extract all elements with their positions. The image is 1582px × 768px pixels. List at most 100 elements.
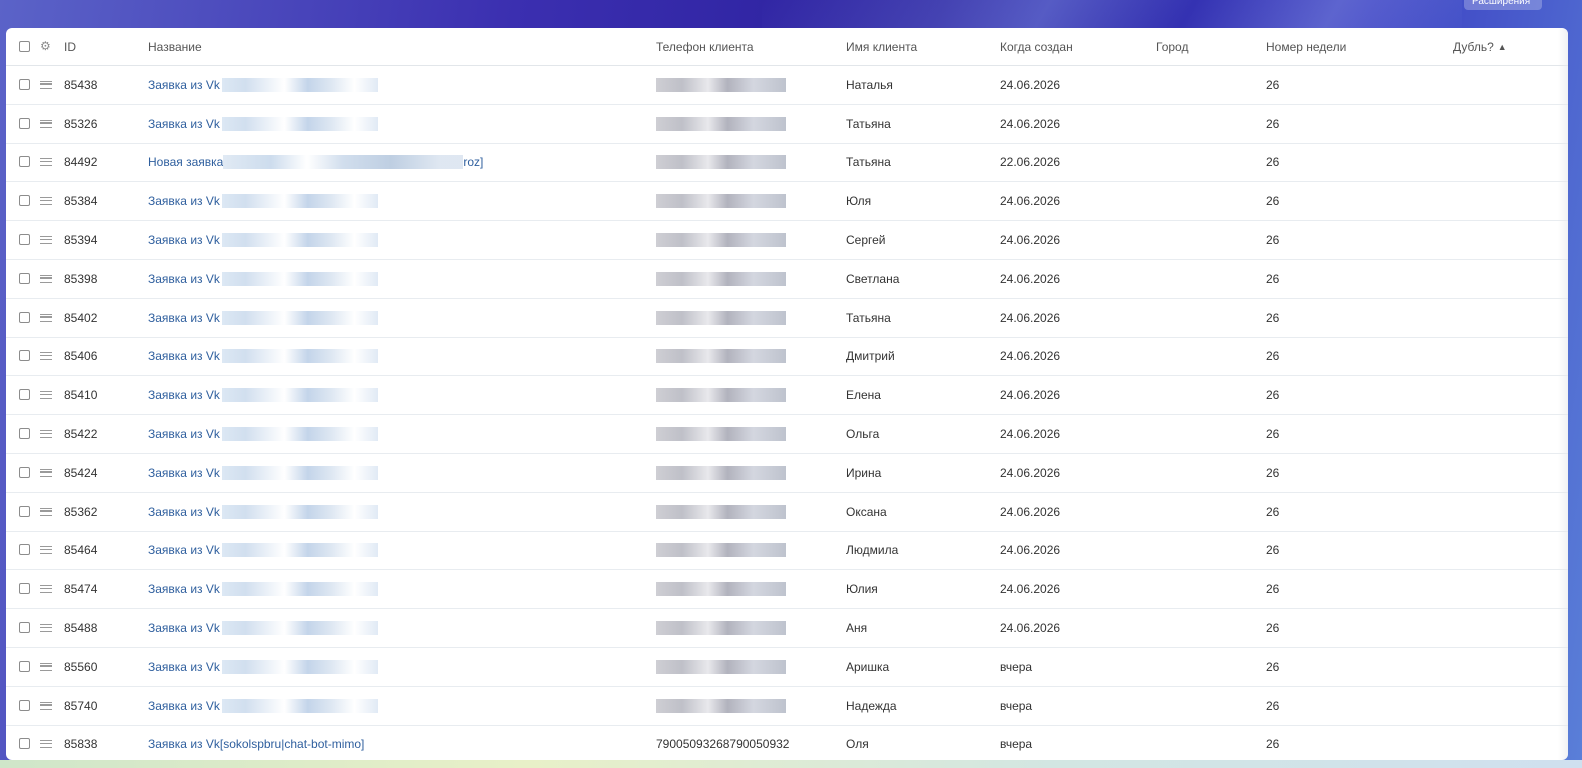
row-name-prefix[interactable]: Заявка из Vk — [148, 349, 220, 363]
table-row[interactable]: 85394 Заявка из Vk Сергей 24.06.2026 26 — [6, 221, 1568, 260]
row-checkbox[interactable] — [19, 738, 30, 750]
row-name-link[interactable]: Заявка из Vk — [148, 687, 378, 725]
row-checkbox[interactable] — [19, 272, 30, 284]
row-name-prefix[interactable]: Заявка из Vk — [148, 311, 220, 325]
row-name-prefix[interactable]: Заявка из Vk — [148, 78, 220, 92]
row-name-link[interactable]: Заявка из Vk — [148, 648, 378, 686]
row-name-link[interactable]: Заявка из Vk — [148, 105, 378, 143]
table-row[interactable]: 85438 Заявка из Vk Наталья 24.06.2026 26 — [6, 66, 1568, 105]
column-header-id[interactable]: ID — [64, 28, 76, 65]
row-name-suffix[interactable]: roz] — [463, 155, 483, 169]
drag-handle-icon[interactable] — [40, 507, 52, 516]
table-row[interactable]: 85560 Заявка из Vk Аришка вчера 26 — [6, 648, 1568, 687]
row-name-link[interactable]: Заявка из Vk [sokolspbru|chat-bot-mimo] — [148, 726, 364, 760]
row-name-link[interactable]: Заявка из Vk — [148, 454, 378, 492]
table-row[interactable]: 85488 Заявка из Vk Аня 24.06.2026 26 — [6, 609, 1568, 648]
row-checkbox[interactable] — [19, 350, 30, 362]
drag-handle-icon[interactable] — [40, 546, 52, 555]
drag-handle-icon[interactable] — [40, 624, 52, 633]
table-row[interactable]: 85384 Заявка из Vk Юля 24.06.2026 26 — [6, 182, 1568, 222]
drag-handle-icon[interactable] — [40, 119, 52, 128]
row-name-link[interactable]: Заявка из Vk — [148, 570, 378, 608]
row-name-prefix[interactable]: Заявка из Vk — [148, 699, 220, 713]
row-name-link[interactable]: Заявка из Vk — [148, 415, 378, 453]
row-name-link[interactable]: Заявка из Vk — [148, 532, 378, 570]
drag-handle-icon[interactable] — [40, 313, 52, 322]
row-checkbox[interactable] — [19, 311, 30, 323]
row-name-prefix[interactable]: Заявка из Vk — [148, 505, 220, 519]
row-name-prefix[interactable]: Заявка из Vk — [148, 660, 220, 674]
table-row[interactable]: 85398 Заявка из Vk Светлана 24.06.2026 26 — [6, 260, 1568, 299]
drag-handle-icon[interactable] — [40, 662, 52, 671]
row-name-prefix[interactable]: Заявка из Vk — [148, 737, 220, 751]
row-checkbox[interactable] — [19, 428, 30, 440]
row-name-link[interactable]: Заявка из Vk — [148, 221, 378, 259]
row-name-link[interactable]: Заявка из Vk — [148, 609, 378, 647]
drag-handle-icon[interactable] — [40, 352, 52, 361]
row-name-prefix[interactable]: Новая заявка — [148, 155, 223, 169]
drag-handle-icon[interactable] — [40, 740, 52, 749]
row-name-prefix[interactable]: Заявка из Vk — [148, 194, 220, 208]
table-row[interactable]: 85402 Заявка из Vk Татьяна 24.06.2026 26 — [6, 299, 1568, 338]
select-all-checkbox[interactable] — [19, 40, 30, 52]
drag-handle-icon[interactable] — [40, 701, 52, 710]
drag-handle-icon[interactable] — [40, 80, 52, 89]
row-checkbox[interactable] — [19, 699, 30, 711]
row-checkbox[interactable] — [19, 622, 30, 634]
row-name-prefix[interactable]: Заявка из Vk — [148, 466, 220, 480]
drag-handle-icon[interactable] — [40, 236, 52, 245]
table-row[interactable]: 85838 Заявка из Vk [sokolspbru|chat-bot-m… — [6, 726, 1568, 760]
row-name-link[interactable]: Заявка из Vk — [148, 182, 378, 220]
column-header-week[interactable]: Номер недели — [1266, 28, 1346, 65]
drag-handle-icon[interactable] — [40, 585, 52, 594]
row-checkbox[interactable] — [19, 117, 30, 129]
row-name-prefix[interactable]: Заявка из Vk — [148, 272, 220, 286]
row-checkbox[interactable] — [19, 234, 30, 246]
drag-handle-icon[interactable] — [40, 391, 52, 400]
drag-handle-icon[interactable] — [40, 274, 52, 283]
column-header-name[interactable]: Название — [148, 28, 202, 65]
table-row[interactable]: 85422 Заявка из Vk Ольга 24.06.2026 26 — [6, 415, 1568, 454]
drag-handle-icon[interactable] — [40, 158, 52, 167]
column-header-city[interactable]: Город — [1156, 28, 1188, 65]
row-name-prefix[interactable]: Заявка из Vk — [148, 233, 220, 247]
row-name-prefix[interactable]: Заявка из Vk — [148, 543, 220, 557]
column-header-phone[interactable]: Телефон клиента — [656, 28, 754, 65]
row-checkbox[interactable] — [19, 389, 30, 401]
table-row[interactable]: 85406 Заявка из Vk Дмитрий 24.06.2026 26 — [6, 338, 1568, 377]
row-name-prefix[interactable]: Заявка из Vk — [148, 582, 220, 596]
row-checkbox[interactable] — [19, 78, 30, 90]
row-checkbox[interactable] — [19, 505, 30, 517]
row-name-link[interactable]: Заявка из Vk — [148, 260, 378, 298]
column-header-created[interactable]: Когда создан — [1000, 28, 1073, 65]
row-name-suffix[interactable]: [sokolspbru|chat-bot-mimo] — [220, 737, 365, 751]
drag-handle-icon[interactable] — [40, 430, 52, 439]
table-row[interactable]: 85464 Заявка из Vk Людмила 24.06.2026 26 — [6, 532, 1568, 571]
row-checkbox[interactable] — [19, 195, 30, 207]
scrollbar-track[interactable] — [1558, 28, 1568, 760]
table-row[interactable]: 85326 Заявка из Vk Татьяна 24.06.2026 26 — [6, 105, 1568, 144]
row-name-link[interactable]: Заявка из Vk — [148, 376, 378, 414]
drag-handle-icon[interactable] — [40, 468, 52, 477]
table-row[interactable]: 85740 Заявка из Vk Надежда вчера 26 — [6, 687, 1568, 726]
table-row[interactable]: 85410 Заявка из Vk Елена 24.06.2026 26 — [6, 376, 1568, 416]
row-name-link[interactable]: Заявка из Vk — [148, 66, 378, 104]
table-row[interactable]: 85362 Заявка из Vk Оксана 24.06.2026 26 — [6, 493, 1568, 532]
row-name-prefix[interactable]: Заявка из Vk — [148, 427, 220, 441]
drag-handle-icon[interactable] — [40, 197, 52, 206]
row-checkbox[interactable] — [19, 583, 30, 595]
row-name-link[interactable]: Заявка из Vk — [148, 299, 378, 337]
row-name-link[interactable]: Заявка из Vk — [148, 338, 378, 376]
extensions-button[interactable]: Расширения — [1464, 0, 1542, 10]
gear-icon[interactable]: ⚙ — [40, 40, 52, 52]
row-name-prefix[interactable]: Заявка из Vk — [148, 388, 220, 402]
row-checkbox[interactable] — [19, 156, 30, 168]
column-header-client[interactable]: Имя клиента — [846, 28, 917, 65]
row-name-prefix[interactable]: Заявка из Vk — [148, 621, 220, 635]
column-header-duplicate[interactable]: Дубль? ▲ — [1453, 28, 1507, 65]
row-name-prefix[interactable]: Заявка из Vk — [148, 117, 220, 131]
row-checkbox[interactable] — [19, 660, 30, 672]
row-checkbox[interactable] — [19, 544, 30, 556]
row-checkbox[interactable] — [19, 466, 30, 478]
table-row[interactable]: 84492 Новая заявка roz] Татьяна 22.06.2026 26 — [6, 144, 1568, 183]
